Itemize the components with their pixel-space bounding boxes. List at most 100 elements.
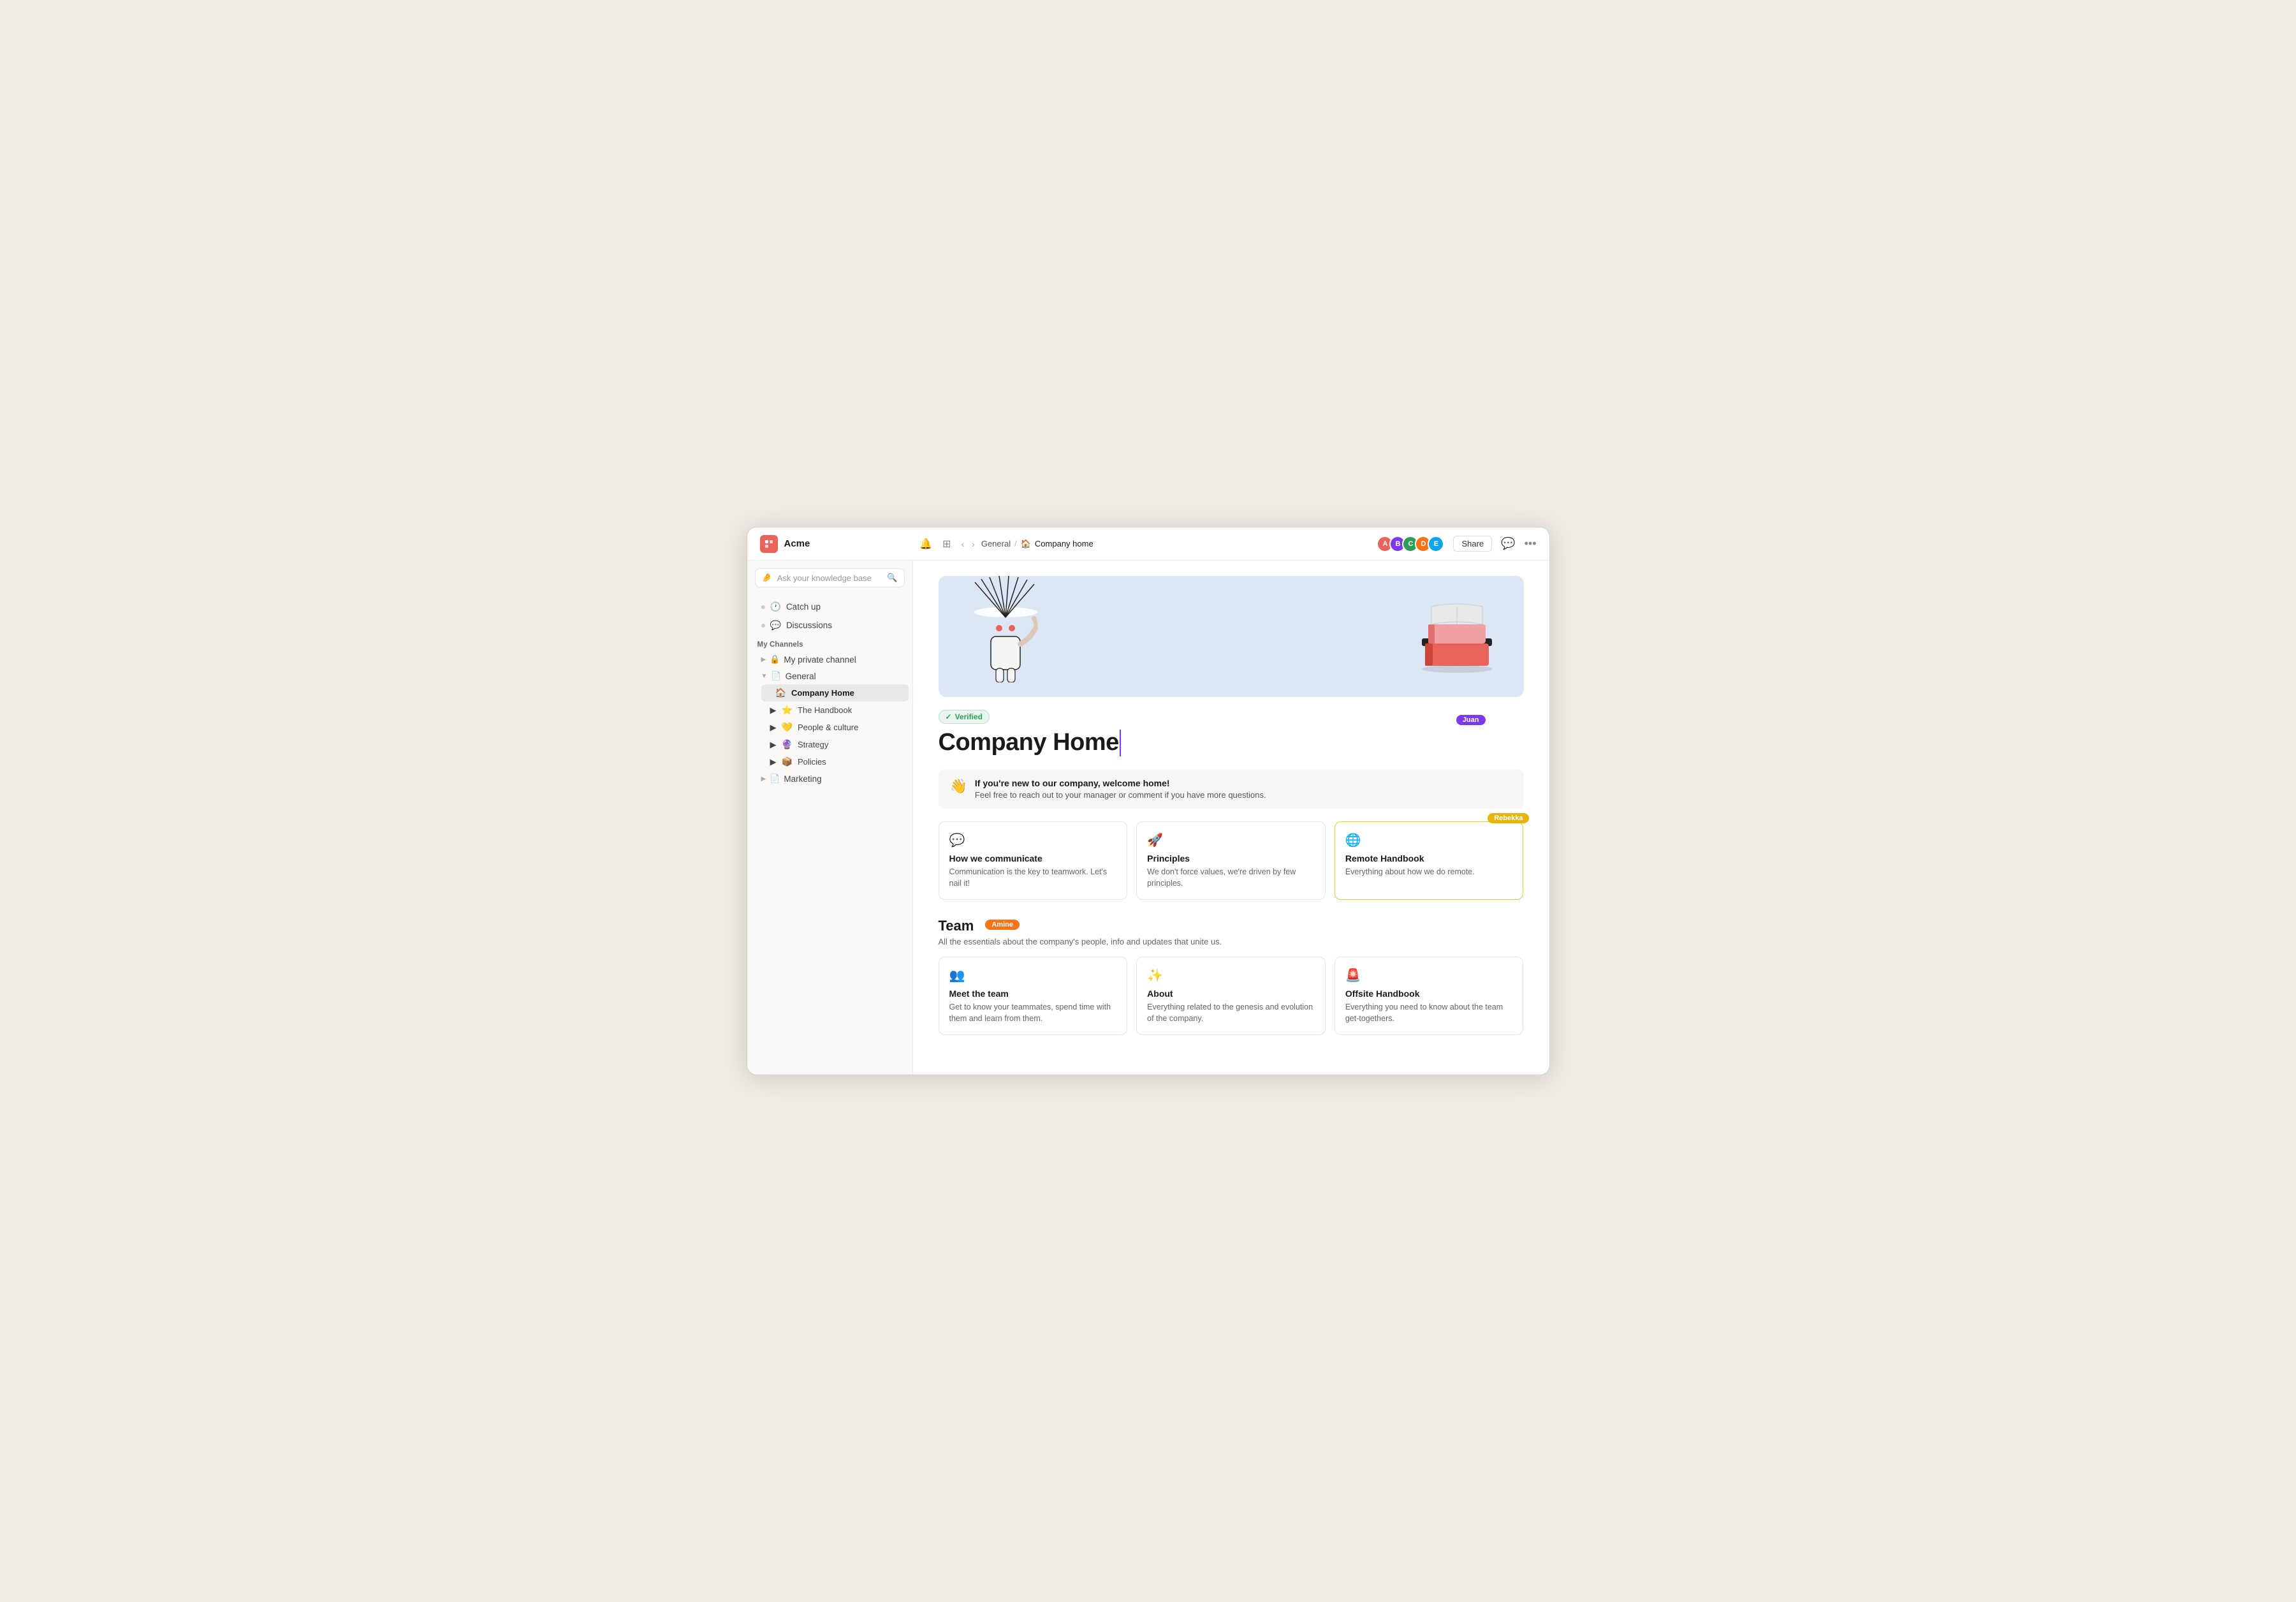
expand-arrow-st: ▶ [770,740,777,750]
forward-button[interactable]: › [969,538,977,550]
cards-grid-1: 💬 How we communicate Communication is th… [939,821,1524,900]
welcome-subtitle: Feel free to reach out to your manager o… [975,790,1266,800]
nav-arrows: ‹ › [959,538,977,550]
sidebar-item-policies[interactable]: ▶ 📦 Policies [761,753,909,770]
avatar-5: E [1428,536,1444,552]
remote-cursor-user: Rebekka [1488,813,1529,823]
breadcrumb-current[interactable]: Company home [1035,539,1093,548]
search-placeholder: Ask your knowledge base [777,573,872,583]
card-offsite[interactable]: 🚨 Offsite Handbook Everything you need t… [1334,957,1524,1035]
search-bar[interactable]: 🤌 Ask your knowledge base 🔍 [755,568,905,587]
header-left: Acme 🔔 ⊞ [760,535,951,553]
sidebar-item-discussions[interactable]: 💬 Discussions [751,616,909,635]
expand-arrow-mkt: ▶ [761,775,766,783]
sidebar-channel-marketing[interactable]: ▶ 📄 Marketing [751,770,909,787]
card-about-title: About [1147,988,1315,999]
header: Acme 🔔 ⊞ ‹ › General / 🏠 Company home A … [747,527,1549,561]
policies-icon: 📦 [782,756,793,767]
dot-indicator [761,605,765,609]
sidebar-item-catchup-label: Catch up [786,602,821,612]
discussions-icon: 💬 [770,620,781,631]
sidebar-item-handbook[interactable]: ▶ ⭐ The Handbook [761,702,909,719]
private-icon: 🔒 [770,654,780,665]
main-content: ✓ Verified Company Home Juan 👋 If you're… [913,561,1549,1075]
sidebar-item-policies-label: Policies [798,757,826,767]
card-offsite-desc: Everything you need to know about the te… [1345,1002,1513,1024]
verified-badge: ✓ Verified [939,710,990,724]
principles-icon: 🚀 [1147,832,1315,848]
sidebar-channel-general[interactable]: ▼ 📄 General [751,668,909,684]
dot-indicator [761,624,765,628]
remote-icon: 🌐 [1345,832,1513,848]
card-communication[interactable]: 💬 How we communicate Communication is th… [939,821,1128,900]
sidebar-channel-marketing-label: Marketing [784,774,821,784]
handbook-icon: ⭐ [782,705,793,716]
people-icon: 💛 [782,722,793,733]
breadcrumb-icon: 🏠 [1021,539,1031,549]
comment-icon[interactable]: 💬 [1501,537,1515,550]
knowledge-icon: 🤌 [762,573,772,583]
welcome-text: If you're new to our company, welcome ho… [975,778,1266,800]
team-section-desc: All the essentials about the company's p… [939,937,1524,946]
layout-icon[interactable]: ⊞ [942,538,951,550]
section-title-row: Team Amine [939,918,1524,934]
card-communication-desc: Communication is the key to teamwork. Le… [949,867,1117,889]
page-title-row: Company Home Juan [939,729,1524,756]
card-meet-team[interactable]: 👥 Meet the team Get to know your teammat… [939,957,1128,1035]
verified-label: Verified [955,712,983,721]
card-about-desc: Everything related to the genesis and ev… [1147,1002,1315,1024]
avatar-stack: A B C D E [1377,536,1444,552]
company-home-icon: 🏠 [775,687,786,698]
about-icon: ✨ [1147,967,1315,983]
header-right: A B C D E Share 💬 ••• [1377,536,1536,552]
meet-team-icon: 👥 [949,967,1117,983]
bell-icon[interactable]: 🔔 [919,538,932,550]
hero-figure-left [964,576,1047,697]
team-section-header: Team Amine All the essentials about the … [939,918,1524,946]
check-icon: ✓ [946,712,952,721]
sidebar-channel-general-label: General [786,672,816,681]
search-icon[interactable]: 🔍 [887,573,897,583]
card-principles[interactable]: 🚀 Principles We don't force values, we'r… [1136,821,1326,900]
team-section-title: Team [939,918,974,934]
breadcrumb-general[interactable]: General [981,539,1011,548]
share-button[interactable]: Share [1453,536,1492,552]
general-icon: 📄 [771,671,781,681]
sidebar-item-catchup[interactable]: 🕐 Catch up [751,598,909,616]
strategy-icon: 🔮 [782,739,793,750]
welcome-title: If you're new to our company, welcome ho… [975,778,1266,788]
wave-icon: 👋 [950,778,967,795]
sidebar-item-strategy-label: Strategy [798,740,828,749]
expand-arrow-pol: ▶ [770,757,777,767]
expand-arrow-hb: ▶ [770,705,777,716]
sidebar-item-company-home[interactable]: 🏠 Company Home [761,684,909,702]
channel-sub-general: 🏠 Company Home ▶ ⭐ The Handbook ▶ 💛 Peop… [757,684,912,770]
welcome-box: 👋 If you're new to our company, welcome … [939,769,1524,809]
communication-icon: 💬 [949,832,1117,848]
card-remote[interactable]: Rebekka 🌐 Remote Handbook Everything abo… [1334,821,1524,900]
card-offsite-title: Offsite Handbook [1345,988,1513,999]
card-meet-team-desc: Get to know your teammates, spend time w… [949,1002,1117,1024]
card-remote-desc: Everything about how we do remote. [1345,867,1513,878]
page-title: Company Home [939,729,1119,756]
hero-figure-right [1415,587,1498,697]
sidebar-item-strategy[interactable]: ▶ 🔮 Strategy [761,736,909,753]
back-button[interactable]: ‹ [959,538,967,550]
card-meet-team-title: Meet the team [949,988,1117,999]
sidebar-channel-private[interactable]: ▶ 🔒 My private channel [751,651,909,668]
header-top-icons: 🔔 ⊞ [919,538,951,550]
app-window: Acme 🔔 ⊞ ‹ › General / 🏠 Company home A … [747,527,1550,1075]
sidebar-item-company-home-label: Company Home [791,688,854,698]
breadcrumb-area: ‹ › General / 🏠 Company home [959,538,1370,550]
sidebar-channel-private-label: My private channel [784,655,856,665]
card-about[interactable]: ✨ About Everything related to the genesi… [1136,957,1326,1035]
sidebar-section-title: My Channels [747,635,912,651]
hero-banner [939,576,1524,697]
sidebar-item-people-label: People & culture [798,723,858,732]
sidebar-item-people[interactable]: ▶ 💛 People & culture [761,719,909,736]
app-name: Acme [784,538,810,549]
more-icon[interactable]: ••• [1525,537,1537,550]
app-logo [760,535,778,553]
expand-arrow-private: ▶ [761,656,766,663]
sidebar-item-handbook-label: The Handbook [798,705,852,715]
